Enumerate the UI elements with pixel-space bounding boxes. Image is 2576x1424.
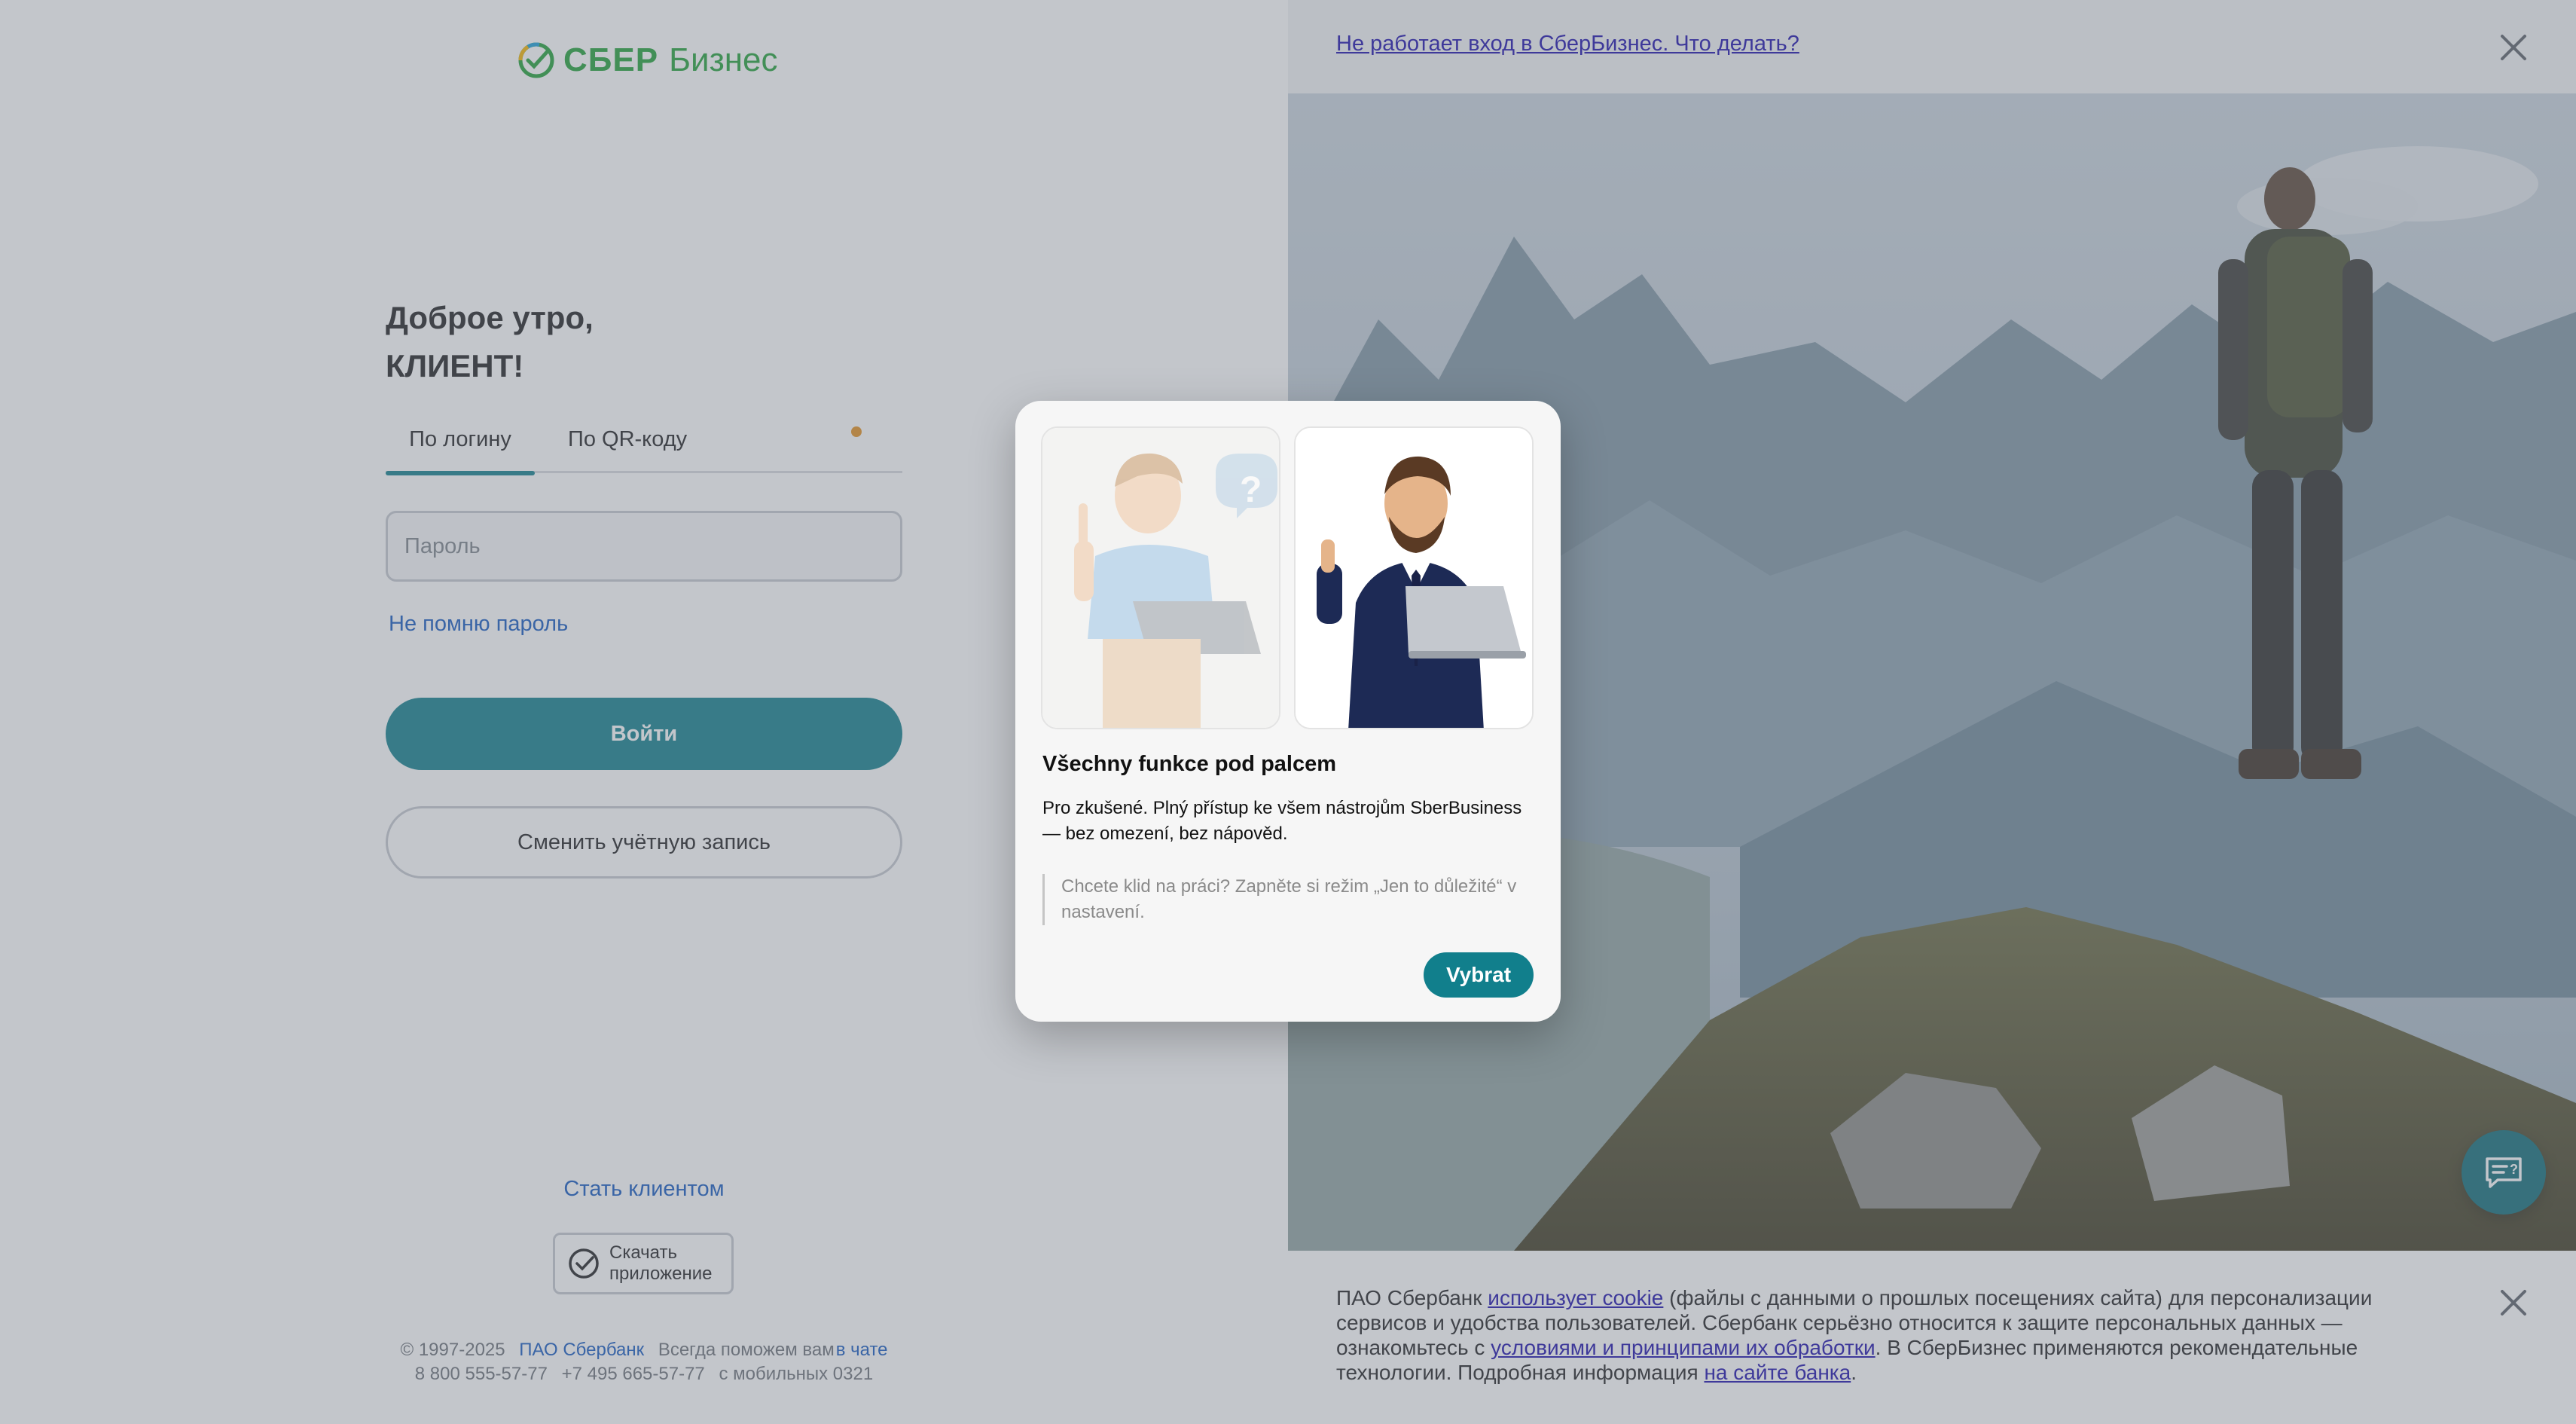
mode-select-modal: ? Všechny funkce pod palcem Pro zkušené.…: [1015, 401, 1561, 1022]
svg-text:?: ?: [1240, 470, 1262, 510]
beginner-illustration-card[interactable]: ?: [1041, 426, 1280, 729]
expert-illustration-card[interactable]: [1294, 426, 1534, 729]
select-button[interactable]: Vybrat: [1424, 952, 1534, 998]
modal-hint: Chcete klid na práci? Zapněte si režim „…: [1042, 874, 1525, 925]
modal-description: Pro zkušené. Plný přístup ke všem nástro…: [1042, 798, 1522, 844]
modal-title: Všechny funkce pod palcem: [1042, 752, 1337, 776]
beginner-illustration: ?: [1042, 428, 1279, 728]
expert-illustration: [1296, 428, 1532, 728]
